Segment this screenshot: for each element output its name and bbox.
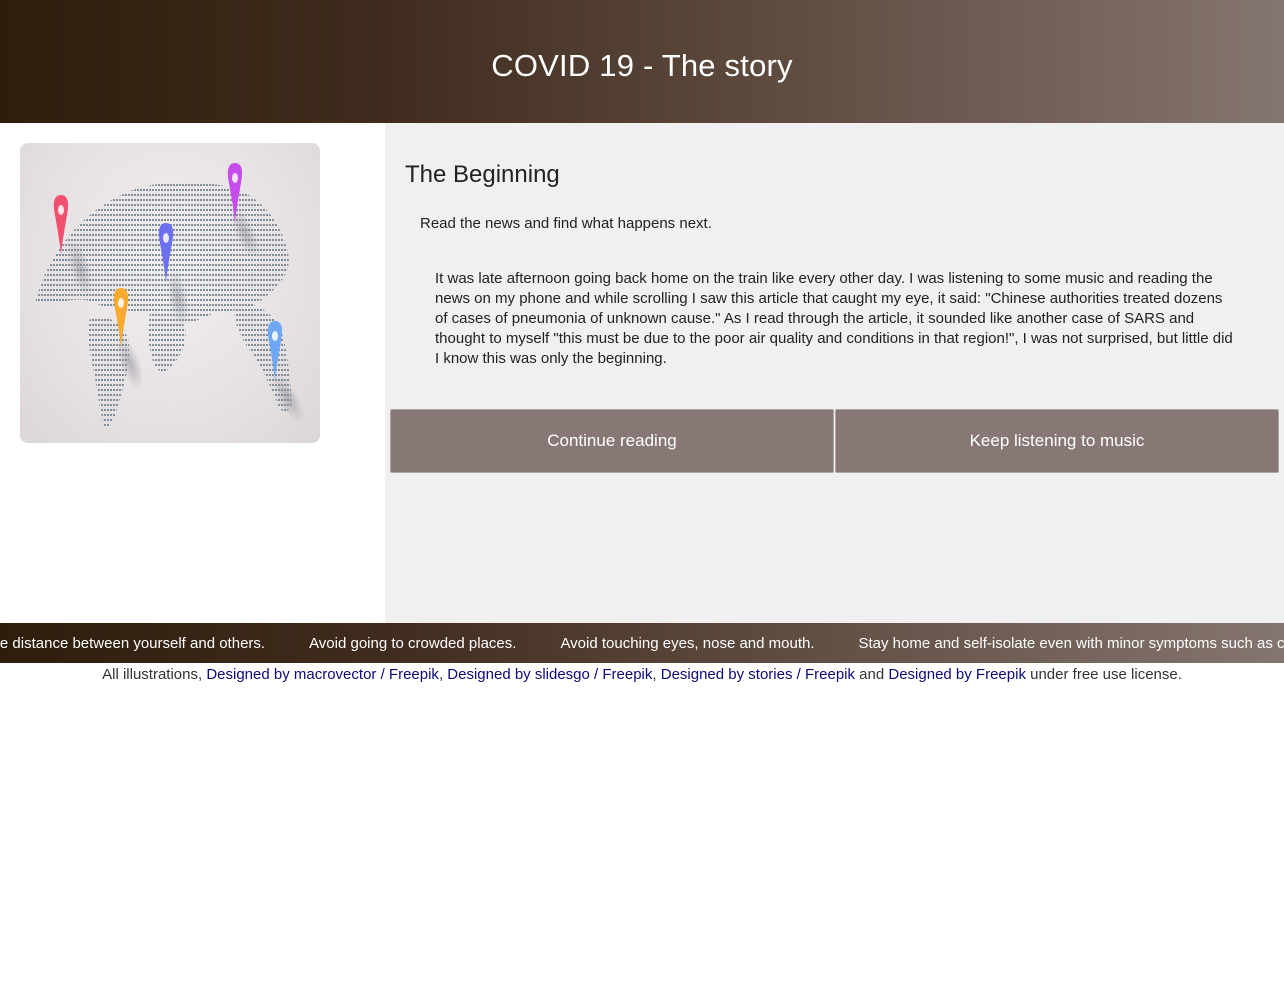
- page-title: COVID 19 - The story: [491, 47, 793, 83]
- advice-ticker: Maintain at least 1 metre distance betwe…: [0, 623, 1284, 663]
- credit-link-stories[interactable]: Designed by stories / Freepik: [661, 666, 855, 683]
- choice-buttons: Continue reading Keep listening to music: [390, 409, 1279, 473]
- credit-link-macrovector[interactable]: Designed by macrovector / Freepik: [206, 666, 439, 683]
- continue-reading-button[interactable]: Continue reading: [390, 409, 834, 473]
- credits-suffix: under free use license.: [1030, 666, 1182, 683]
- credits-separator: ,: [438, 666, 444, 683]
- ticker-item: Stay home and self-isolate even with min…: [858, 634, 1284, 652]
- chapter-title: The Beginning: [405, 161, 560, 188]
- ticker-item: Avoid touching eyes, nose and mouth.: [560, 634, 815, 652]
- left-panel: [0, 123, 385, 623]
- story-panel: The Beginning Read the news and find wha…: [385, 123, 1284, 623]
- credits-prefix: All illustrations,: [102, 666, 203, 683]
- main-content: The Beginning Read the news and find wha…: [0, 123, 1284, 623]
- chapter-prompt: Read the news and find what happens next…: [420, 215, 712, 232]
- keep-listening-button[interactable]: Keep listening to music: [835, 409, 1279, 473]
- credits-separator: ,: [652, 666, 657, 683]
- ticker-item: Avoid going to crowded places.: [309, 634, 517, 652]
- page-header: COVID 19 - The story: [0, 0, 1284, 123]
- ticker-track: Maintain at least 1 metre distance betwe…: [0, 623, 1284, 663]
- world-map-pins-icon: [35, 163, 305, 428]
- world-map-illustration: [20, 143, 320, 443]
- credits-and: and: [859, 666, 885, 683]
- credits-line: All illustrations, Designed by macrovect…: [0, 665, 1284, 685]
- ticker-item: Maintain at least 1 metre distance betwe…: [0, 634, 266, 652]
- credit-link-slidesgo[interactable]: Designed by slidesgo / Freepik: [447, 666, 652, 683]
- credit-link-freepik[interactable]: Designed by Freepik: [888, 666, 1026, 683]
- story-text: It was late afternoon going back home on…: [435, 270, 1233, 367]
